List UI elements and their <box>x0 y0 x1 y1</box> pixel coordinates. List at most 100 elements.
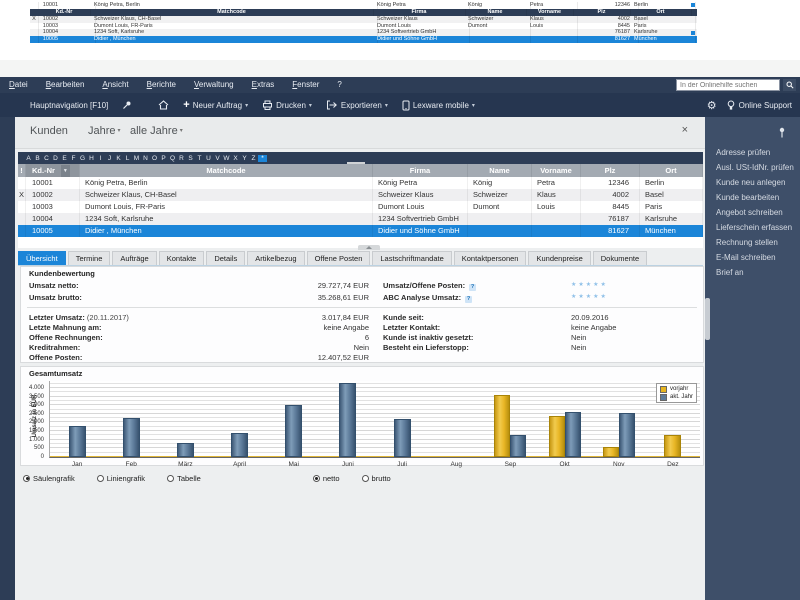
home-button[interactable] <box>158 100 169 110</box>
alphabet-letter-U[interactable]: U <box>204 155 213 162</box>
column-header-matchcode[interactable]: Matchcode <box>80 164 373 177</box>
tab-termine[interactable]: Termine <box>68 251 111 265</box>
help-icon[interactable]: ? <box>469 284 476 291</box>
tab-kontakte[interactable]: Kontakte <box>159 251 205 265</box>
radio-circle <box>362 475 369 482</box>
sidebar-item-kunde-neu-anlegen[interactable]: Kunde neu anlegen <box>716 178 785 187</box>
alphabet-letter-Y[interactable]: Y <box>240 155 249 162</box>
sidebar-item-e-mail-schreiben[interactable]: E-Mail schreiben <box>716 253 776 262</box>
alphabet-letter-P[interactable]: P <box>159 155 168 162</box>
bar-vorjahr <box>494 395 510 457</box>
column-header-ort[interactable]: Ort <box>640 164 703 177</box>
alphabet-letter-I[interactable]: I <box>96 155 105 162</box>
column-header-kdnr[interactable]: Kd.-Nr▼ <box>26 164 80 177</box>
alphabet-letter-C[interactable]: C <box>42 155 51 162</box>
alphabet-letter-J[interactable]: J <box>105 155 114 162</box>
filter-dropdown[interactable]: alle Jahre▾ <box>130 125 183 137</box>
alphabet-letter-G[interactable]: G <box>78 155 87 162</box>
sidebar-item-angebot-schreiben[interactable]: Angebot schreiben <box>716 208 783 217</box>
menu-item-datei[interactable]: Datei <box>0 77 37 93</box>
table-row[interactable]: 100041234 Soft, Karlsruhe1234 Softvertri… <box>18 213 703 225</box>
alphabet-letter-S[interactable]: S <box>186 155 195 162</box>
close-icon[interactable]: × <box>682 124 688 136</box>
neuer-auftrag-button[interactable]: + Neuer Auftrag ▾ <box>183 100 248 110</box>
hauptnavigation-button[interactable]: Hauptnavigation [F10] <box>30 101 108 110</box>
alphabet-letter-R[interactable]: R <box>177 155 186 162</box>
sidebar-item-lieferschein-erfassen[interactable]: Lieferschein erfassen <box>716 223 792 232</box>
sidebar-item-ausl-ust-idnr-prüfen[interactable]: Ausl. USt-IdNr. prüfen <box>716 163 794 172</box>
alphabet-letter-F[interactable]: F <box>69 155 78 162</box>
collapse-handle[interactable] <box>358 245 380 250</box>
menu-item-?[interactable]: ? <box>328 77 350 93</box>
legend-label: akt. Jahr <box>670 393 693 401</box>
x-tick-label: Jan <box>50 461 104 468</box>
help-icon[interactable]: ? <box>465 296 472 303</box>
sidebar-item-brief-an[interactable]: Brief an <box>716 268 744 277</box>
radio-tabelle[interactable]: Tabelle <box>167 474 201 483</box>
alphabet-letter-N[interactable]: N <box>141 155 150 162</box>
alphabet-letter-M[interactable]: M <box>132 155 141 162</box>
drucken-button[interactable]: Drucken ▾ <box>262 100 312 110</box>
column-header-vorname[interactable]: Vorname <box>532 164 581 177</box>
table-row[interactable]: 10005Didier , MünchenDidier und Söhne Gm… <box>18 225 703 237</box>
alphabet-letter-E[interactable]: E <box>60 155 69 162</box>
alphabet-letter-B[interactable]: B <box>33 155 42 162</box>
exportieren-button[interactable]: Exportieren ▾ <box>326 100 388 110</box>
alphabet-letter-W[interactable]: W <box>222 155 231 162</box>
table-row[interactable]: X10002Schweizer Klaus, CH-BaselSchweizer… <box>18 189 703 201</box>
online-support-button[interactable]: Online Support <box>727 100 792 111</box>
tab-lastschriftmandate[interactable]: Lastschriftmandate <box>372 251 451 265</box>
alphabet-letter-L[interactable]: L <box>123 155 132 162</box>
tab-details[interactable]: Details <box>206 251 245 265</box>
tab-aufträge[interactable]: Aufträge <box>112 251 156 265</box>
search-input[interactable] <box>676 79 780 91</box>
column-header-plz[interactable]: Plz <box>581 164 640 177</box>
sidebar-item-adresse-prüfen[interactable]: Adresse prüfen <box>716 148 770 157</box>
lexware-mobile-button[interactable]: Lexware mobile ▾ <box>402 100 475 111</box>
alphabet-letter-*[interactable]: * <box>258 155 267 162</box>
tab-offeneposten[interactable]: Offene Posten <box>307 251 371 265</box>
menu-item-extras[interactable]: Extras <box>243 77 284 93</box>
grouping-dropdown[interactable]: Jahre▾ <box>88 125 121 137</box>
scrollbar-thumb[interactable] <box>705 298 710 340</box>
alphabet-letter-X[interactable]: X <box>231 155 240 162</box>
radio-liniengrafik[interactable]: Liniengrafik <box>97 474 145 483</box>
radio-säulengrafik[interactable]: Säulengrafik <box>23 474 75 483</box>
menu-item-berichte[interactable]: Berichte <box>138 77 185 93</box>
bar-vorjahr <box>549 416 565 457</box>
pin-icon[interactable] <box>778 127 786 139</box>
cell-ort: Karlsruhe <box>640 213 703 225</box>
menu-item-fenster[interactable]: Fenster <box>283 77 328 93</box>
alphabet-letter-Z[interactable]: Z <box>249 155 258 162</box>
menu-item-verwaltung[interactable]: Verwaltung <box>185 77 243 93</box>
pin-button[interactable] <box>122 100 132 110</box>
menu-item-bearbeiten[interactable]: Bearbeiten <box>37 77 94 93</box>
tab-dokumente[interactable]: Dokumente <box>593 251 647 265</box>
ghost-table-row: X10002Schweizer Klaus, CH-BaselSchweizer… <box>30 16 697 23</box>
alphabet-letter-K[interactable]: K <box>114 155 123 162</box>
tab-übersicht[interactable]: Übersicht <box>18 251 66 265</box>
alphabet-letter-O[interactable]: O <box>150 155 159 162</box>
tab-kundenpreise[interactable]: Kundenpreise <box>528 251 590 265</box>
column-header-firma[interactable]: Firma <box>373 164 468 177</box>
alphabet-letter-D[interactable]: D <box>51 155 60 162</box>
alphabet-letter-T[interactable]: T <box>195 155 204 162</box>
alphabet-letter-V[interactable]: V <box>213 155 222 162</box>
table-row[interactable]: 10003Dumont Louis, FR-ParisDumont LouisD… <box>18 201 703 213</box>
tab-kontaktpersonen[interactable]: Kontaktpersonen <box>454 251 527 265</box>
radio-netto[interactable]: netto <box>313 474 340 483</box>
sidebar-item-kunde-bearbeiten[interactable]: Kunde bearbeiten <box>716 193 779 202</box>
alphabet-letter-H[interactable]: H <box>87 155 96 162</box>
radio-brutto[interactable]: brutto <box>362 474 391 483</box>
pre-menu-band <box>0 60 800 77</box>
gear-icon[interactable]: ⚙ <box>707 99 717 112</box>
menu-item-ansicht[interactable]: Ansicht <box>93 77 137 93</box>
search-button[interactable] <box>783 79 796 91</box>
tab-artikelbezug[interactable]: Artikelbezug <box>247 251 304 265</box>
column-header-name[interactable]: Name <box>468 164 532 177</box>
column-header-flag[interactable]: ! <box>18 164 26 177</box>
alphabet-letter-A[interactable]: A <box>24 155 33 162</box>
alphabet-letter-Q[interactable]: Q <box>168 155 177 162</box>
table-row[interactable]: 10001König Petra, BerlinKönig PetraKönig… <box>18 177 703 189</box>
sidebar-item-rechnung-stellen[interactable]: Rechnung stellen <box>716 238 778 247</box>
